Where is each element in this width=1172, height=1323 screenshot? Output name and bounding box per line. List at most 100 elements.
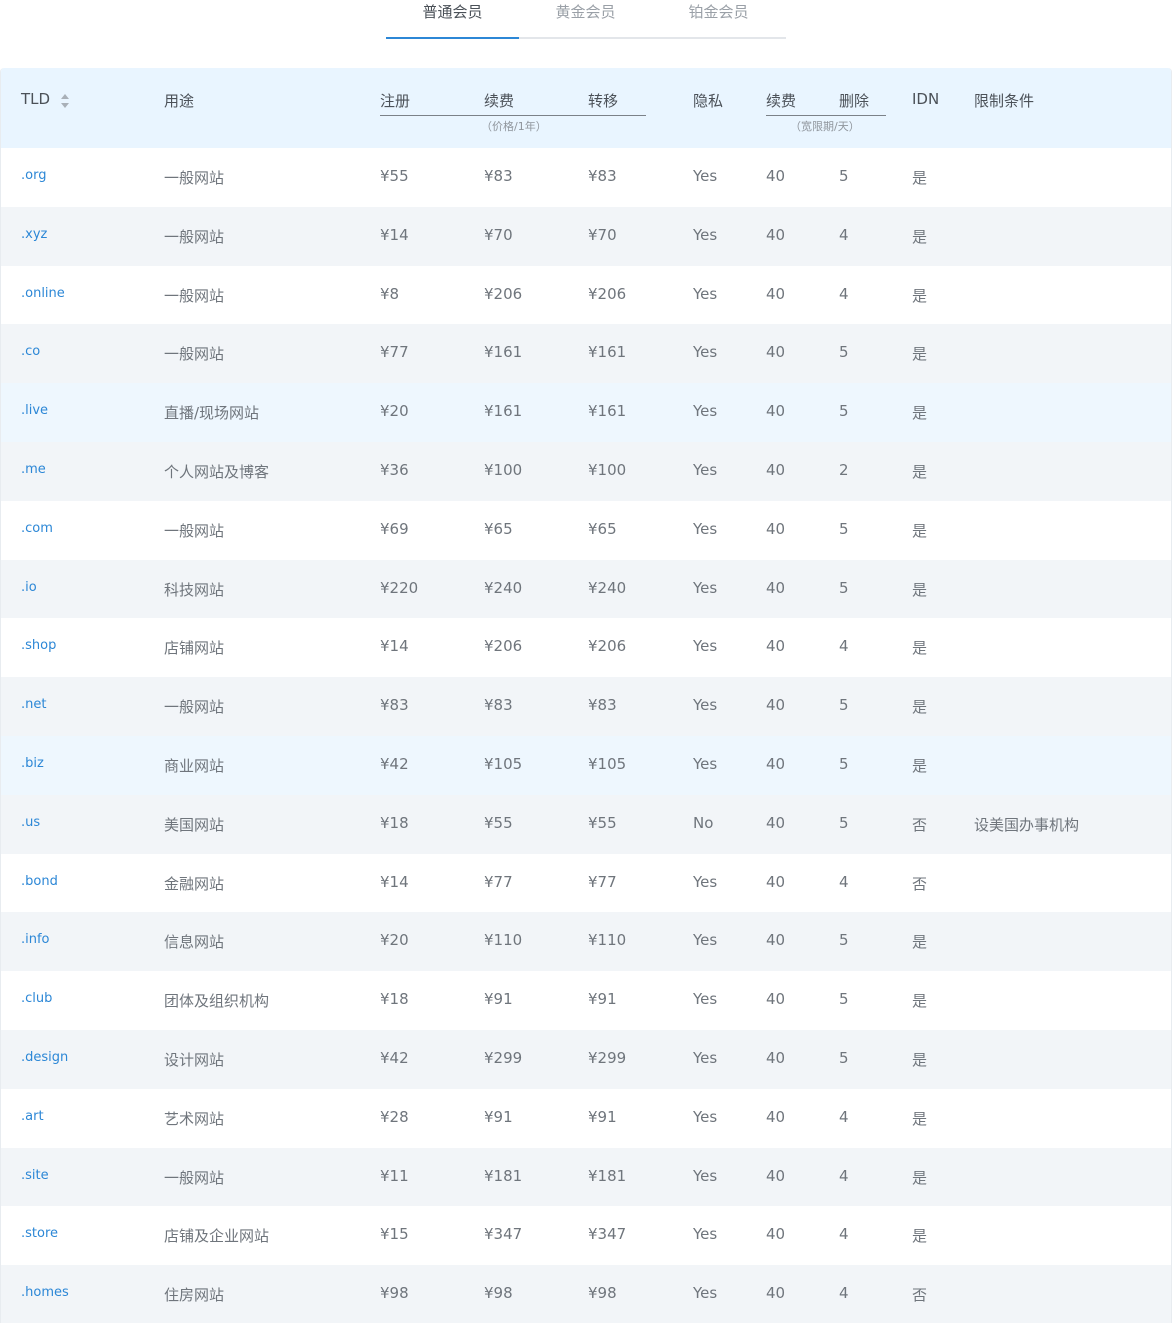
purpose-cell: 店铺及企业网站 [164,1227,270,1246]
tld-link[interactable]: .site [21,1168,49,1183]
register-price: ¥42 [380,754,409,773]
tld-link[interactable]: .bond [21,874,58,889]
transfer-price: ¥100 [588,460,627,479]
table-row: .live 直播/现场网站 ¥20 ¥161 ¥161 Yes 40 5 是 [1,383,1171,442]
idn-cell: 是 [912,286,928,305]
renew-price: ¥181 [484,1166,523,1185]
transfer-price: ¥240 [588,578,627,597]
privacy-cell: Yes [693,696,718,715]
price-group-underline [380,115,646,116]
grace-renew-days: 40 [766,1225,786,1244]
transfer-price: ¥347 [588,1225,627,1244]
header-tld[interactable]: TLD [21,90,50,108]
privacy-cell: Yes [693,1048,718,1067]
purpose-cell: 金融网站 [164,874,225,893]
renew-price: ¥206 [484,284,523,303]
renew-price: ¥161 [484,343,523,362]
idn-cell: 是 [912,1109,928,1128]
privacy-cell: Yes [693,754,718,773]
register-price: ¥18 [380,990,409,1009]
membership-tabs: 普通会员 黄金会员 铂金会员 [386,0,786,39]
tld-link[interactable]: .online [21,286,65,301]
sort-icon[interactable] [60,93,70,109]
tld-link[interactable]: .design [21,1050,68,1065]
grace-delete-days: 4 [839,1225,849,1244]
header-transfer: 转移 [588,92,619,110]
tab-regular-member[interactable]: 普通会员 [386,0,519,39]
grace-renew-days: 40 [766,1166,786,1185]
table-row: .org 一般网站 ¥55 ¥83 ¥83 Yes 40 5 是 [1,148,1171,207]
tld-link[interactable]: .art [21,1109,44,1124]
register-price: ¥14 [380,225,409,244]
tld-link[interactable]: .us [21,815,40,830]
tld-link[interactable]: .info [21,932,50,947]
register-price: ¥14 [380,872,409,891]
privacy-cell: Yes [693,872,718,891]
purpose-cell: 一般网站 [164,169,225,187]
tld-link[interactable]: .net [21,697,46,712]
transfer-price: ¥110 [588,931,627,950]
table-row: .co 一般网站 ¥77 ¥161 ¥161 Yes 40 5 是 [1,324,1171,384]
tld-link[interactable]: .com [21,521,53,536]
tld-link[interactable]: .me [21,462,46,477]
idn-cell: 是 [912,1050,928,1069]
transfer-price: ¥181 [588,1166,627,1185]
tld-link[interactable]: .live [21,403,48,418]
idn-cell: 是 [912,345,928,364]
tab-platinum-member[interactable]: 铂金会员 [652,0,785,37]
privacy-cell: Yes [693,637,718,656]
transfer-price: ¥83 [588,696,617,715]
tld-link[interactable]: .co [21,344,40,359]
privacy-cell: Yes [693,519,718,538]
tab-gold-member[interactable]: 黄金会员 [519,0,652,37]
tld-link[interactable]: .xyz [21,227,47,242]
grace-renew-days: 40 [766,578,786,597]
tld-link[interactable]: .io [21,580,37,595]
transfer-price: ¥65 [588,519,617,538]
purpose-cell: 设计网站 [164,1050,225,1069]
grace-delete-days: 5 [839,754,849,773]
renew-price: ¥65 [484,519,513,538]
purpose-cell: 一般网站 [164,1168,225,1187]
table-row: .design 设计网站 ¥42 ¥299 ¥299 Yes 40 5 是 [1,1029,1171,1089]
renew-price: ¥83 [484,167,513,185]
grace-delete-days: 5 [839,519,849,538]
idn-cell: 是 [912,169,928,187]
renew-price: ¥77 [484,872,513,891]
tld-link[interactable]: .club [21,991,52,1006]
grace-renew-days: 40 [766,225,786,244]
header-restriction: 限制条件 [974,92,1035,110]
register-price: ¥220 [380,578,419,597]
transfer-price: ¥161 [588,343,627,362]
tld-link[interactable]: .org [21,168,46,183]
grace-renew-days: 40 [766,696,786,715]
table-row: .io 科技网站 ¥220 ¥240 ¥240 Yes 40 5 是 [1,559,1171,619]
transfer-price: ¥98 [588,1284,617,1303]
idn-cell: 是 [912,933,928,952]
idn-cell: 是 [912,1168,928,1187]
table-row: .biz 商业网站 ¥42 ¥105 ¥105 Yes 40 5 是 [1,735,1171,795]
tld-link[interactable]: .biz [21,756,44,771]
transfer-price: ¥55 [588,813,617,832]
idn-cell: 是 [912,462,928,481]
idn-cell: 是 [912,756,928,775]
privacy-cell: Yes [693,990,718,1009]
tld-link[interactable]: .shop [21,638,56,653]
renew-price: ¥91 [484,990,513,1009]
transfer-price: ¥161 [588,402,627,421]
grace-delete-days: 5 [839,343,849,362]
tld-link[interactable]: .store [21,1226,58,1241]
grace-renew-days: 40 [766,402,786,421]
register-price: ¥28 [380,1107,409,1126]
purpose-cell: 一般网站 [164,286,225,305]
tld-link[interactable]: .homes [21,1285,69,1300]
header-idn: IDN [912,90,940,108]
idn-cell: 是 [912,992,928,1011]
register-price: ¥55 [380,167,409,185]
privacy-cell: Yes [693,225,718,244]
transfer-price: ¥91 [588,990,617,1009]
purpose-cell: 一般网站 [164,698,225,717]
register-price: ¥83 [380,696,409,715]
idn-cell: 是 [912,580,928,599]
grace-delete-days: 5 [839,578,849,597]
